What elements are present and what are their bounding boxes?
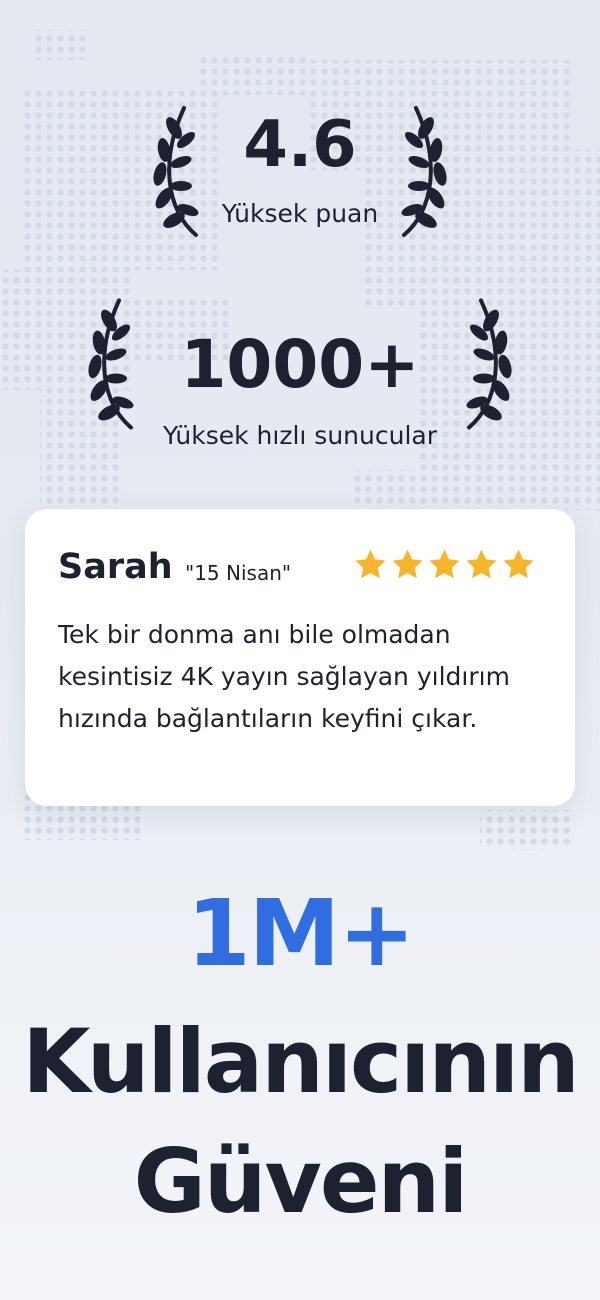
star-icon bbox=[503, 549, 534, 579]
star-rating bbox=[353, 547, 536, 582]
star-icon bbox=[429, 549, 460, 579]
award-value-rating: 4.6 bbox=[243, 108, 357, 182]
star-icon bbox=[466, 549, 497, 579]
star-icon bbox=[355, 549, 386, 579]
review-card: Sarah "15 Nisan" Tek bir donma anı bile … bbox=[25, 509, 575, 806]
headline-line-2: Güveni bbox=[133, 1130, 469, 1233]
award-label-rating: Yüksek puan bbox=[221, 199, 379, 228]
headline-user-count: 1M+ bbox=[186, 880, 416, 987]
headline-line-1: Kullanıcının bbox=[22, 1010, 580, 1113]
award-value-servers: 1000+ bbox=[180, 326, 420, 403]
award-label-servers: Yüksek hızlı sunucular bbox=[163, 421, 437, 450]
reviewer-name: Sarah bbox=[58, 547, 173, 587]
star-icon bbox=[392, 549, 423, 579]
review-date: "15 Nisan" bbox=[185, 561, 292, 585]
review-text: Tek bir donma anı bile olmadan kesintisi… bbox=[58, 620, 510, 733]
